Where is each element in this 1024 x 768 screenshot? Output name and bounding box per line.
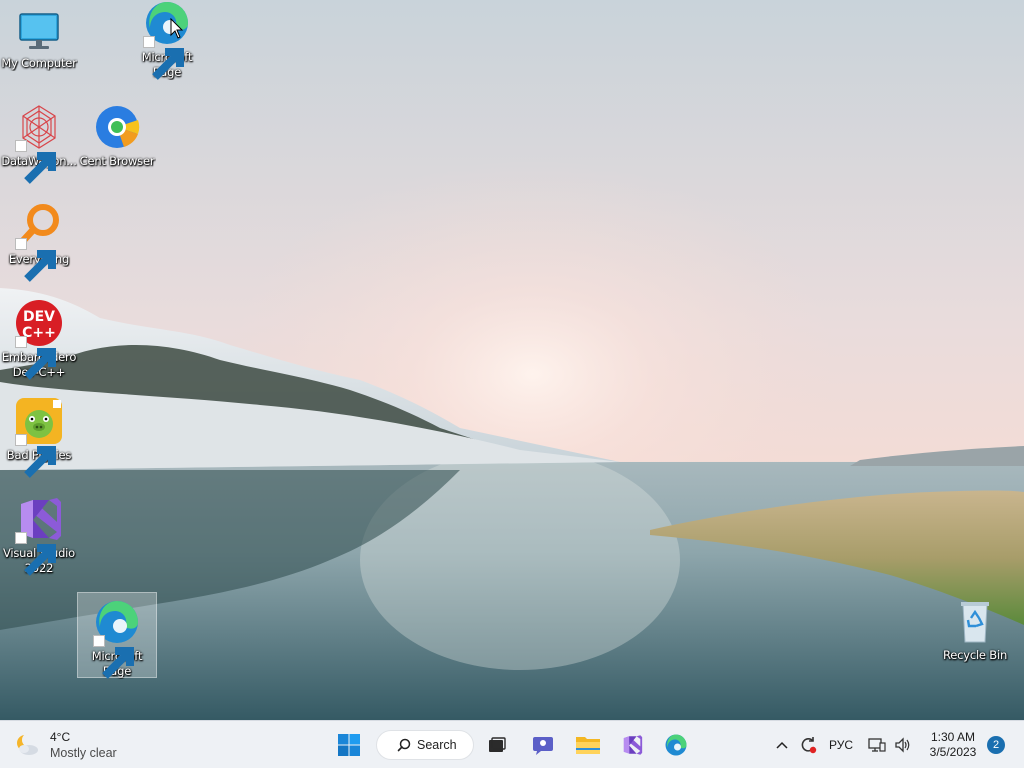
clock-date: 3/5/2023: [929, 745, 977, 759]
chat-button[interactable]: [528, 721, 558, 768]
sync-icon: [801, 737, 817, 754]
visual-studio-taskbar-button[interactable]: [616, 721, 648, 768]
speaker-icon: [895, 737, 910, 753]
devcpp-icon: DEV C++: [13, 298, 65, 380]
desktop-icon-visual-studio[interactable]: Visual Studio 2022: [0, 490, 78, 576]
file-explorer-icon: [576, 737, 600, 754]
shortcut-arrow-icon: [93, 635, 134, 679]
shortcut-arrow-icon: [15, 532, 56, 576]
start-button[interactable]: [332, 721, 366, 768]
desktop-icon-label: Cent Browser: [79, 154, 155, 168]
chevron-up-icon: [776, 741, 788, 749]
language-indicator[interactable]: РУС: [826, 721, 856, 768]
edge-icon: [141, 0, 193, 80]
search-icon: [397, 738, 411, 752]
moon-cloud-icon: [17, 733, 38, 755]
tray-sync-button[interactable]: [796, 721, 820, 768]
shortcut-arrow-icon: [15, 238, 56, 282]
desktop-icon-my-computer[interactable]: My Computer: [0, 0, 78, 71]
weather-widget[interactable]: 4°C Mostly clear: [14, 721, 134, 768]
file-explorer-button[interactable]: [572, 721, 604, 768]
show-hidden-icons-button[interactable]: [772, 721, 792, 768]
taskbar: 4°C Mostly clear Search РУС 1:30 AM 3/5/…: [0, 720, 1024, 768]
shortcut-arrow-icon: [15, 140, 56, 184]
cent-browser-icon: [91, 102, 143, 152]
datawagon-icon: [13, 102, 65, 184]
weather-temperature: 4°C: [50, 730, 71, 744]
devcpp-badge-top: DEV: [23, 309, 55, 325]
edge-icon: [91, 597, 143, 679]
visual-studio-icon: [623, 735, 643, 755]
shortcut-arrow-icon: [143, 36, 184, 80]
desktop-icon-microsoft-edge-selected[interactable]: Microsoft Edge: [77, 592, 157, 679]
desktop[interactable]: My Computer Microsoft Edge DataWagon... …: [0, 0, 1024, 720]
clock-time: 1:30 AM: [930, 730, 976, 744]
visual-studio-icon: [13, 494, 65, 576]
desktop-icon-recycle-bin[interactable]: Recycle Bin: [936, 592, 1014, 663]
chat-icon: [533, 737, 553, 755]
notification-count-badge[interactable]: 2: [987, 736, 1005, 754]
desktop-icon-label: My Computer: [1, 56, 77, 70]
edge-taskbar-button[interactable]: [660, 721, 692, 768]
network-button[interactable]: [866, 721, 888, 768]
windows-start-icon: [338, 734, 360, 756]
search-label: Search: [417, 738, 457, 752]
everything-search-icon: [13, 200, 65, 282]
network-icon: [868, 738, 886, 752]
volume-button[interactable]: [892, 721, 914, 768]
weather-text: 4°C Mostly clear: [50, 729, 117, 761]
edge-icon: [665, 734, 687, 756]
desktop-icon-label: Recycle Bin: [942, 648, 1008, 662]
desktop-icon-everything[interactable]: Everything: [0, 196, 78, 282]
bad-piggies-icon: [13, 396, 65, 478]
recycle-bin-icon: [949, 596, 1001, 646]
desktop-icon-bad-piggies[interactable]: Bad Piggies: [0, 392, 78, 478]
task-view-icon: [489, 737, 506, 752]
shortcut-arrow-icon: [15, 434, 56, 478]
desktop-icon-datawagon[interactable]: DataWagon...: [0, 98, 78, 184]
task-view-button[interactable]: [482, 721, 512, 768]
taskbar-search[interactable]: Search: [376, 730, 474, 760]
desktop-icon-cent-browser[interactable]: Cent Browser: [78, 98, 156, 169]
desktop-icon-microsoft-edge-top[interactable]: Microsoft Edge: [128, 0, 206, 80]
clock[interactable]: 1:30 AM 3/5/2023: [920, 721, 986, 768]
shortcut-arrow-icon: [15, 336, 56, 380]
monitor-icon: [13, 4, 65, 54]
weather-condition: Mostly clear: [50, 746, 117, 760]
desktop-icon-devcpp[interactable]: DEV C++ Embarcadero Dev-C++: [0, 294, 78, 380]
